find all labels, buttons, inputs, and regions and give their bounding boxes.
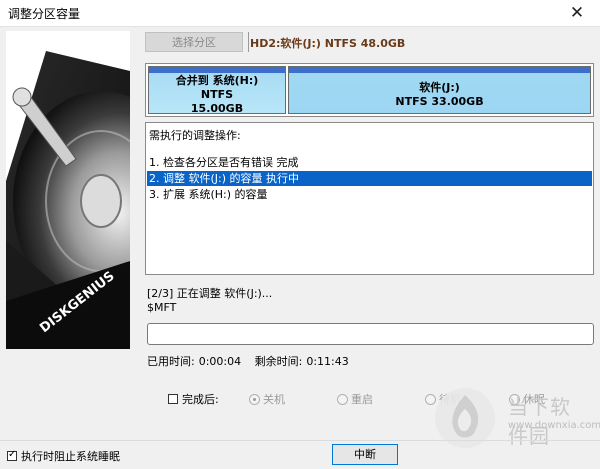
radio-icon [337, 393, 348, 405]
radio-icon [249, 393, 260, 405]
window-title: 调整分区容量 [8, 7, 81, 21]
partition-segment-software[interactable]: 软件(J:) NTFS 33.00GB [288, 66, 591, 114]
partition-bar: 合并到 系统(H:) NTFS 15.00GB 软件(J:) NTFS 33.0… [145, 63, 594, 117]
prevent-sleep-label: 执行时阻止系统睡眠 [21, 450, 120, 463]
partition-fs-size: NTFS 33.00GB [395, 95, 484, 108]
radio-shutdown[interactable]: 关机 [249, 391, 285, 407]
checkbox-checked-icon [7, 449, 17, 461]
after-complete-checkbox[interactable]: 完成后: [168, 391, 219, 407]
checkbox-icon [168, 394, 178, 404]
current-file-text: $MFT [147, 301, 177, 314]
stop-button[interactable]: 中断 [332, 444, 398, 465]
progress-bar [147, 323, 594, 345]
list-item[interactable]: 1. 检查各分区是否有错误 完成 [147, 155, 592, 170]
watermark-logo-icon [435, 388, 495, 448]
list-item[interactable]: 3. 扩展 系统(H:) 的容量 [147, 187, 592, 202]
title-bar: 调整分区容量 ✕ [0, 0, 600, 27]
watermark: 当下软件园 www.downxia.com [430, 383, 600, 453]
remaining-label: 剩余时间: [254, 355, 303, 368]
elapsed-label: 已用时间: [147, 355, 195, 368]
disk-illustration: DISKGENIUS [6, 31, 130, 349]
disk-info: HD2:软件(J:) NTFS 48.0GB [250, 37, 406, 50]
status-text: [2/3] 正在调整 软件(J:)... [147, 287, 273, 300]
select-partition-button[interactable]: 选择分区 [145, 32, 243, 52]
close-icon: ✕ [569, 3, 585, 23]
timing-row: 已用时间: 0:00:04 剩余时间: 0:11:43 [147, 353, 353, 369]
radio-label: 重启 [351, 393, 373, 406]
watermark-url: www.downxia.com [508, 420, 600, 431]
remaining-value: 0:11:43 [306, 355, 349, 368]
close-button[interactable]: ✕ [554, 0, 600, 26]
partition-label: 软件(J:) [419, 81, 460, 94]
elapsed-value: 0:00:04 [198, 355, 242, 368]
prevent-sleep-checkbox[interactable]: 执行时阻止系统睡眠 [7, 448, 120, 464]
operations-title: 需执行的调整操作: [149, 129, 241, 142]
partition-label: 合并到 系统(H:) [175, 74, 259, 87]
operations-list: 需执行的调整操作: 1. 检查各分区是否有错误 完成 2. 调整 软件(J:) … [145, 122, 594, 275]
hard-disk-icon: DISKGENIUS [6, 51, 130, 349]
partition-segment-merge[interactable]: 合并到 系统(H:) NTFS 15.00GB [148, 66, 286, 115]
after-complete-label: 完成后: [182, 393, 219, 406]
divider [248, 32, 249, 52]
list-item[interactable]: 2. 调整 软件(J:) 的容量 执行中 [147, 171, 592, 186]
radio-label: 关机 [263, 393, 285, 406]
radio-restart[interactable]: 重启 [337, 391, 373, 407]
footer-divider [0, 440, 600, 441]
partition-size: 15.00GB [190, 102, 244, 115]
partition-fs: NTFS [200, 88, 234, 101]
